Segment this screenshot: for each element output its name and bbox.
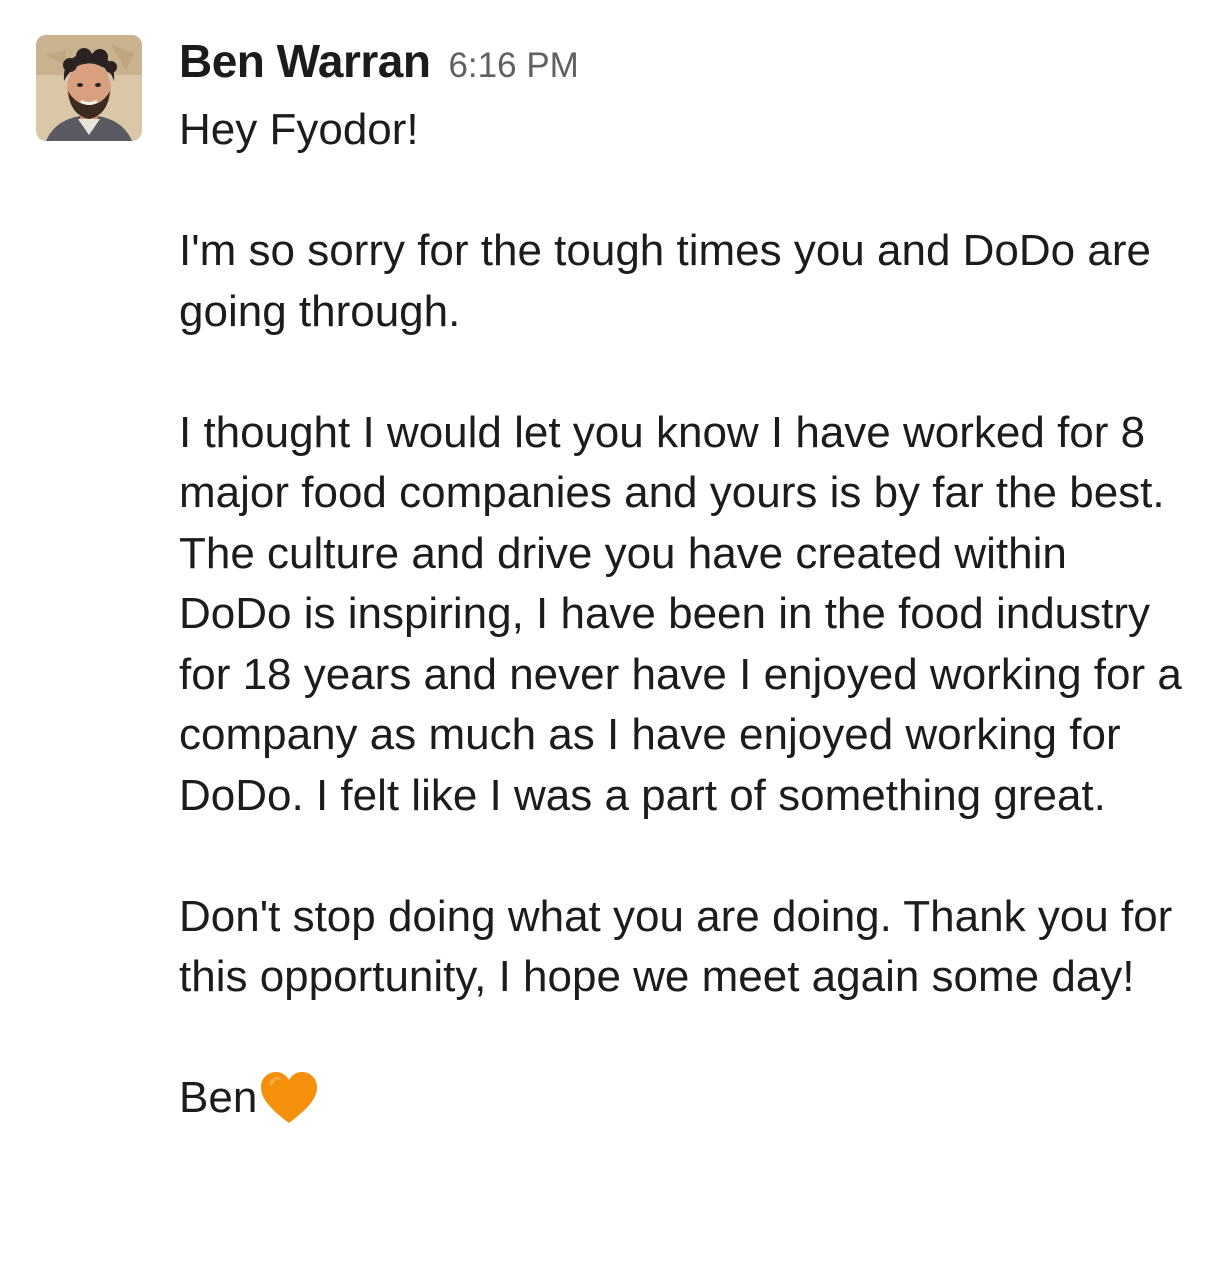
message-header: Ben Warran 6:16 PM (179, 34, 1189, 96)
orange-heart-icon (259, 1070, 319, 1126)
message-signoff: Ben (179, 1068, 1189, 1129)
profile-photo-icon (36, 35, 142, 141)
avatar[interactable] (36, 35, 142, 141)
message-paragraph: I thought I would let you know I have wo… (179, 407, 1182, 820)
chat-message: Ben Warran 6:16 PM Hey Fyodor! I'm so so… (0, 0, 1225, 1280)
sender-name[interactable]: Ben Warran (179, 34, 431, 88)
message-timestamp[interactable]: 6:16 PM (448, 46, 578, 86)
message-body: Hey Fyodor! I'm so sorry for the tough t… (179, 100, 1189, 1129)
signature-text: Ben (179, 1073, 258, 1122)
message-content: Ben Warran 6:16 PM Hey Fyodor! I'm so so… (179, 34, 1189, 1129)
message-paragraph: Don't stop doing what you are doing. Tha… (179, 891, 1173, 1002)
message-paragraph: I'm so sorry for the tough times you and… (179, 226, 1151, 336)
message-paragraph: Hey Fyodor! (179, 105, 419, 154)
